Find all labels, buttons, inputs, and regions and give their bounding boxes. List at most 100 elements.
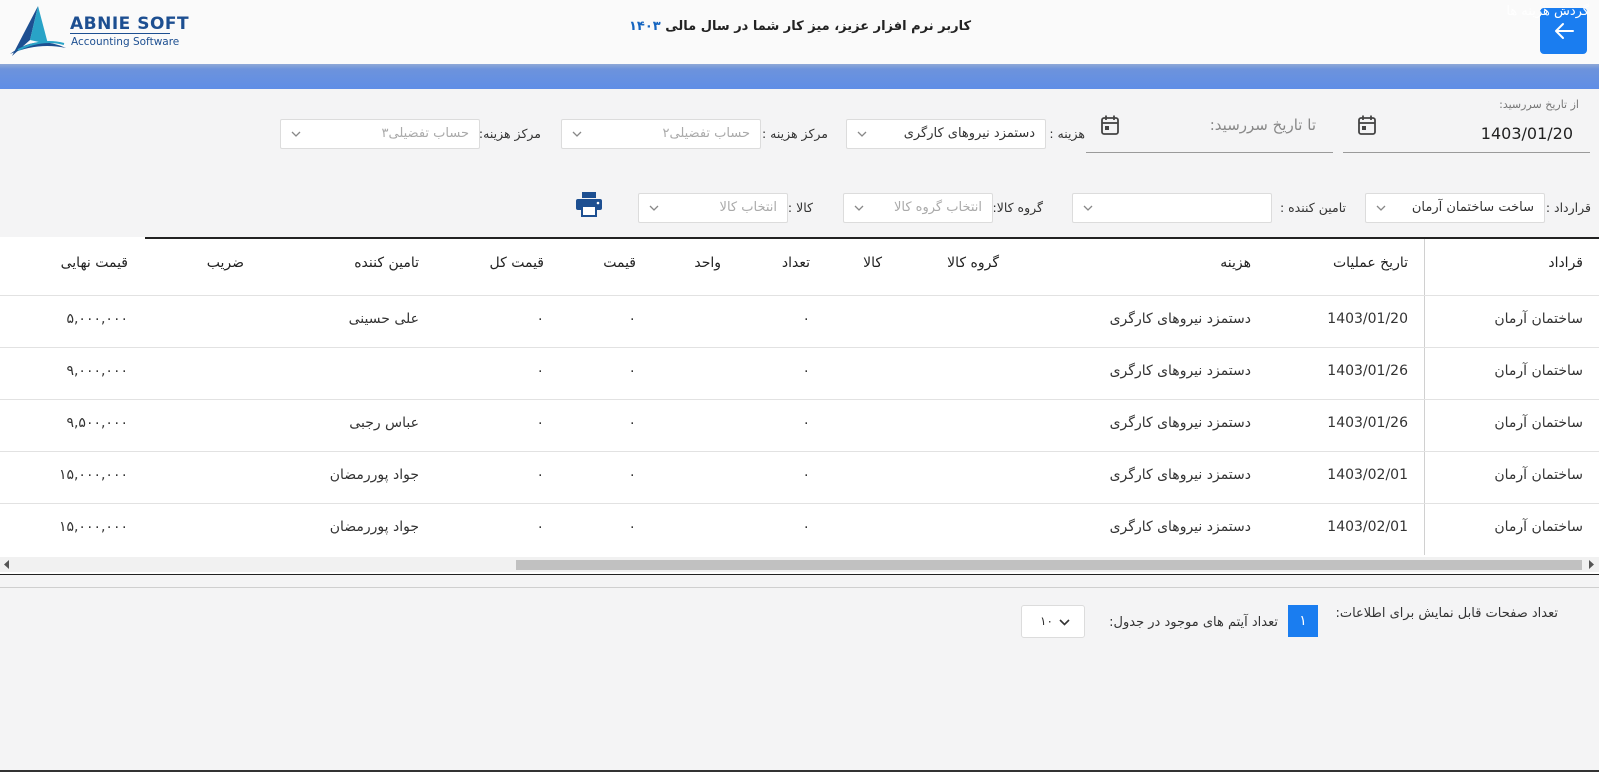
cost-center2-select[interactable]: حساب تفضیلی۳: [280, 119, 480, 149]
items-per-page-select[interactable]: ۱۰: [1021, 605, 1085, 638]
scroll-right-icon[interactable]: [1587, 560, 1595, 569]
goods-select[interactable]: انتخاب کالا: [638, 193, 788, 223]
data-table: قراداد تاریخ عملیات هزینه گروه کالا کالا…: [0, 237, 1599, 575]
cost-center2-label: مرکز هزینه:: [478, 126, 541, 141]
chevron-down-icon: [291, 131, 301, 137]
cell-qty: ۰: [802, 519, 810, 535]
from-date-label: از تاریخ سررسید:: [1499, 98, 1579, 111]
cell-price: ۰: [628, 519, 636, 535]
cell-op-date: 1403/02/01: [1327, 519, 1408, 535]
print-button[interactable]: [575, 191, 603, 217]
cell-contract: ساختمان آرمان: [1494, 311, 1583, 327]
cell-price: ۰: [628, 415, 636, 431]
contract-label: قرارداد :: [1545, 200, 1591, 215]
cost-select[interactable]: دستمزد نیروهای کارگری: [846, 119, 1046, 149]
cost-value: دستمزد نیروهای کارگری: [903, 126, 1035, 141]
logo-mark-icon: [10, 6, 66, 56]
cell-cost: دستمزد نیروهای کارگری: [1109, 519, 1251, 535]
cell-contract: ساختمان آرمان: [1494, 467, 1583, 483]
cell-supplier: علی حسینی: [348, 311, 419, 327]
chevron-down-icon: [649, 205, 659, 211]
chevron-down-icon: [1083, 205, 1093, 211]
cell-op-date: 1403/01/26: [1327, 415, 1408, 431]
col-header-supplier[interactable]: تامین کننده: [354, 255, 419, 271]
cell-price: ۰: [628, 363, 636, 379]
cell-final-price: ۱۵,۰۰۰,۰۰۰: [58, 519, 128, 535]
page-button-1[interactable]: ۱: [1288, 605, 1318, 637]
section-title: گردش هزینه ها: [1506, 4, 1589, 19]
contract-value: ساخت ساختمان آرمان: [1411, 200, 1534, 215]
from-date-field[interactable]: 1403/01/20: [1343, 114, 1590, 153]
col-header-goods-group[interactable]: گروه کالا: [947, 255, 999, 271]
cost-center-label: مرکز هزینه :: [761, 126, 828, 141]
col-header-op-date[interactable]: تاریخ عملیات: [1333, 255, 1408, 271]
items-per-page-label: تعداد آیتم های موجود در جدول:: [1109, 615, 1278, 630]
col-header-price[interactable]: قیمت: [603, 255, 636, 271]
supplier-label: تامین کننده :: [1279, 200, 1346, 215]
logo-divider: [70, 33, 170, 34]
cost-center-placeholder: حساب تفضیلی۲: [662, 126, 750, 141]
cell-price: ۰: [628, 311, 636, 327]
cell-qty: ۰: [802, 363, 810, 379]
pages-label: تعداد صفحات قابل نمایش برای اطلاعات:: [1335, 606, 1558, 621]
cell-total: ۰: [536, 467, 544, 483]
cost-center-select[interactable]: حساب تفضیلی۲: [561, 119, 761, 149]
scrollbar-thumb[interactable]: [516, 560, 1582, 570]
table-row[interactable]: ساختمان آرمان 1403/01/26 دستمزد نیروهای …: [0, 399, 1599, 452]
cell-supplier: جواد پوررمضان: [329, 519, 419, 535]
calendar-icon[interactable]: [1100, 114, 1120, 136]
logo-subtitle: Accounting Software: [71, 36, 180, 48]
col-header-cost[interactable]: هزینه: [1220, 255, 1251, 271]
col-header-goods[interactable]: کالا: [863, 255, 882, 271]
cell-cost: دستمزد نیروهای کارگری: [1109, 311, 1251, 327]
cell-contract: ساختمان آرمان: [1494, 519, 1583, 535]
cell-final-price: ۹,۰۰۰,۰۰۰: [66, 363, 128, 379]
from-date-value: 1403/01/20: [1480, 124, 1573, 143]
cell-qty: ۰: [802, 415, 810, 431]
welcome-message: کاربر نرم افزار عزیز، میز کار شما در سال…: [560, 19, 1040, 34]
goods-group-placeholder: انتخاب گروه کالا: [893, 200, 982, 215]
cell-qty: ۰: [802, 311, 810, 327]
col-header-unit[interactable]: واحد: [694, 255, 721, 271]
to-date-field[interactable]: تا تاریخ سررسید:: [1086, 108, 1333, 153]
table-row[interactable]: ساختمان آرمان 1403/01/26 دستمزد نیروهای …: [0, 347, 1599, 400]
cell-total: ۰: [536, 519, 544, 535]
section-bar: [0, 64, 1599, 89]
col-header-factor[interactable]: ضریب: [207, 255, 244, 271]
col-header-final-price[interactable]: قیمت نهایی: [61, 255, 128, 271]
cell-cost: دستمزد نیروهای کارگری: [1109, 467, 1251, 483]
horizontal-scrollbar[interactable]: [0, 557, 1599, 572]
cell-op-date: 1403/02/01: [1327, 467, 1408, 483]
cell-final-price: ۱۵,۰۰۰,۰۰۰: [58, 467, 128, 483]
col-header-contract[interactable]: قراداد: [1548, 255, 1583, 271]
cost-center2-placeholder: حساب تفضیلی۳: [381, 126, 469, 141]
cell-supplier: عباس رجبی: [349, 415, 419, 431]
scroll-left-icon[interactable]: [3, 560, 11, 569]
arrow-left-icon: [1554, 23, 1574, 39]
table-row[interactable]: ساختمان آرمان 1403/01/20 دستمزد نیروهای …: [0, 295, 1599, 348]
table-row[interactable]: ساختمان آرمان 1403/02/01 دستمزد نیروهای …: [0, 503, 1599, 556]
cell-cost: دستمزد نیروهای کارگری: [1109, 415, 1251, 431]
logo-title: ABNIE SOFT: [70, 14, 190, 34]
goods-group-label: گروه کالا:: [992, 200, 1043, 215]
col-header-total[interactable]: قیمت کل: [490, 255, 544, 271]
supplier-select[interactable]: [1072, 193, 1272, 223]
chevron-down-icon: [854, 205, 864, 211]
cell-total: ۰: [536, 311, 544, 327]
cell-final-price: ۹,۵۰۰,۰۰۰: [66, 415, 128, 431]
calendar-icon[interactable]: [1357, 114, 1377, 136]
cell-op-date: 1403/01/20: [1327, 311, 1408, 327]
contract-select[interactable]: ساخت ساختمان آرمان: [1365, 193, 1545, 223]
cell-contract: ساختمان آرمان: [1494, 415, 1583, 431]
goods-group-select[interactable]: انتخاب گروه کالا: [843, 193, 993, 223]
cell-cost: دستمزد نیروهای کارگری: [1109, 363, 1251, 379]
chevron-down-icon: [1376, 205, 1386, 211]
fiscal-year: ۱۴۰۳: [628, 19, 661, 34]
cost-label: هزینه :: [1049, 126, 1085, 141]
welcome-text: کاربر نرم افزار عزیز، میز کار شما در سال…: [665, 19, 972, 34]
cell-contract: ساختمان آرمان: [1494, 363, 1583, 379]
table-row[interactable]: ساختمان آرمان 1403/02/01 دستمزد نیروهای …: [0, 451, 1599, 504]
to-date-placeholder: تا تاریخ سررسید:: [1209, 116, 1316, 134]
col-header-qty[interactable]: تعداد: [782, 255, 810, 271]
goods-placeholder: انتخاب کالا: [719, 200, 777, 215]
